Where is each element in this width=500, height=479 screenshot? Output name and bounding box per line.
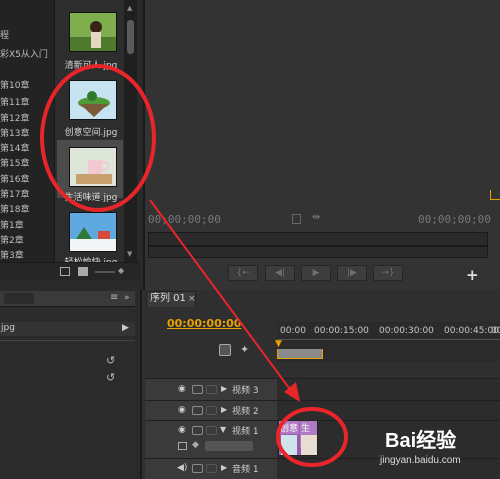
annotation-arrow-line [149, 199, 293, 393]
watermark-logo: Bai经验 [385, 430, 457, 452]
annotation-ellipse [276, 407, 348, 467]
watermark-url: jingyan.baidu.com [380, 455, 461, 466]
annotation-overlay [40, 64, 348, 467]
annotation-ellipse [40, 64, 156, 212]
